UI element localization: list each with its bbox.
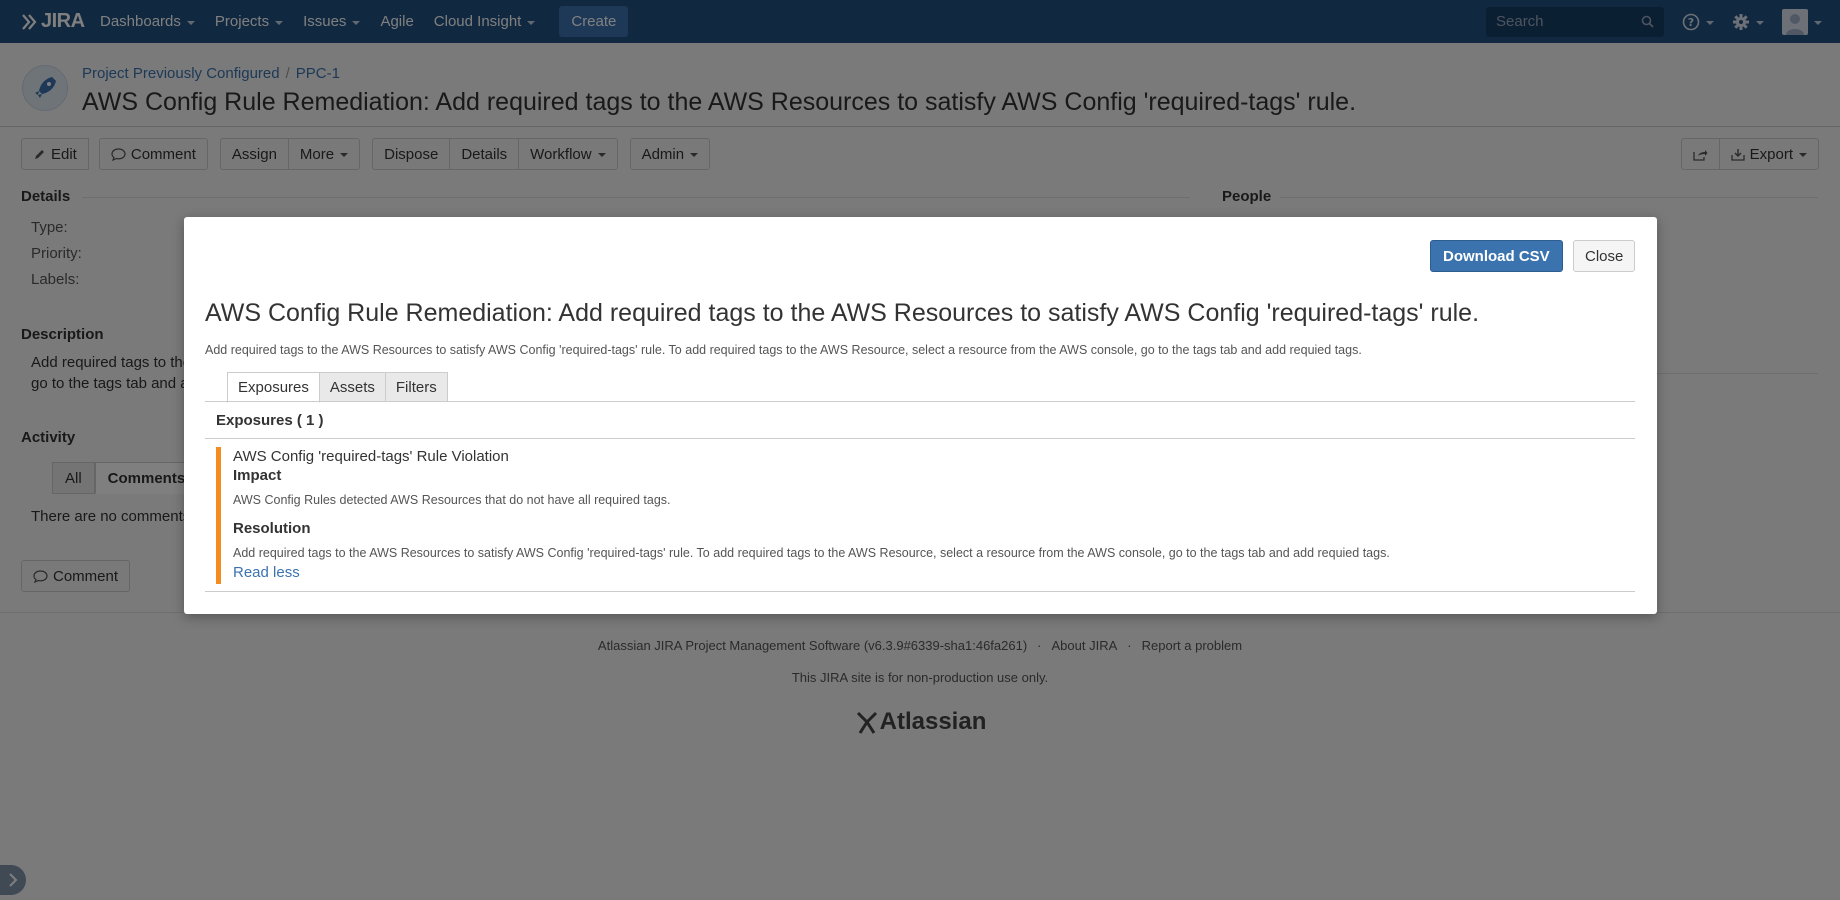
impact-text: AWS Config Rules detected AWS Resources … bbox=[233, 493, 671, 507]
resolution-text: Add required tags to the AWS Resources t… bbox=[233, 546, 1390, 560]
dialog-title: AWS Config Rule Remediation: Add require… bbox=[205, 299, 1480, 327]
tab-exposures[interactable]: Exposures bbox=[227, 372, 320, 403]
resolution-heading: Resolution bbox=[233, 520, 311, 537]
tab-assets[interactable]: Assets bbox=[318, 372, 386, 402]
exposure-item: AWS Config 'required-tags' Rule Violatio… bbox=[216, 447, 1635, 584]
tab-filters[interactable]: Filters bbox=[384, 372, 448, 402]
tab-divider bbox=[205, 401, 1635, 402]
exposures-count: Exposures ( 1 ) bbox=[216, 412, 324, 429]
close-button[interactable]: Close bbox=[1573, 240, 1636, 272]
dialog-description: Add required tags to the AWS Resources t… bbox=[205, 343, 1362, 357]
download-csv-button[interactable]: Download CSV bbox=[1430, 240, 1563, 272]
impact-heading: Impact bbox=[233, 467, 282, 484]
dialog-tabs: Exposures Assets Filters bbox=[227, 372, 448, 403]
exposure-name: AWS Config 'required-tags' Rule Violatio… bbox=[233, 448, 509, 465]
exposures-dialog: Download CSV Close AWS Config Rule Remed… bbox=[184, 217, 1657, 614]
dialog-bottom-divider bbox=[205, 591, 1635, 592]
exposures-divider bbox=[205, 438, 1635, 439]
read-less-link[interactable]: Read less bbox=[233, 564, 300, 581]
